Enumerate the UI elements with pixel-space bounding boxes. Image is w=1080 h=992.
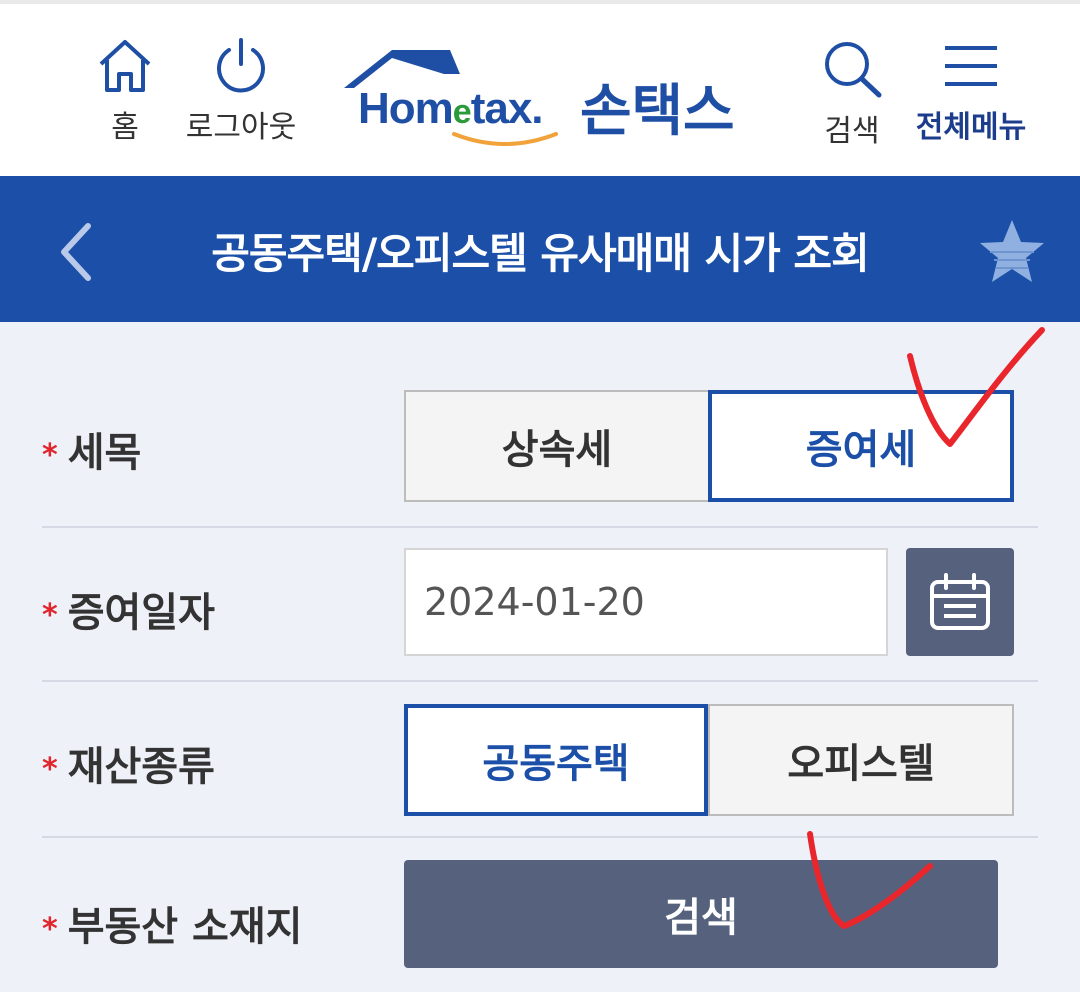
back-button[interactable] bbox=[48, 216, 108, 286]
property-type-option-officetel[interactable]: 오피스텔 bbox=[708, 704, 1014, 816]
logo-smile-icon bbox=[452, 132, 558, 146]
tax-type-label: * 세목 bbox=[42, 430, 142, 476]
gift-date-row: * 증여일자 bbox=[42, 526, 1038, 682]
title-bar: 공동주택/오피스텔 유사매매 시가 조회 bbox=[0, 176, 1080, 322]
search-icon bbox=[825, 42, 882, 98]
logo-text-ko: 손택스 bbox=[580, 79, 735, 144]
logo-text-en: Hometax. bbox=[358, 84, 544, 133]
logout-button[interactable]: 로그아웃 bbox=[176, 38, 306, 146]
property-type-row: * 재산종류 공동주택 오피스텔 bbox=[42, 680, 1038, 838]
header-search-button[interactable]: 검색 bbox=[812, 38, 892, 150]
home-button[interactable]: 홈 bbox=[90, 38, 160, 146]
calendar-button[interactable] bbox=[906, 548, 1014, 656]
location-search-button[interactable]: 검색 bbox=[404, 860, 998, 968]
hamburger-menu-icon bbox=[945, 46, 997, 86]
chevron-left-icon bbox=[61, 223, 91, 281]
page-title: 공동주택/오피스텔 유사매매 시가 조회 bbox=[211, 229, 869, 278]
favorite-button[interactable] bbox=[976, 216, 1048, 288]
tax-type-option-inheritance[interactable]: 상속세 bbox=[404, 390, 710, 502]
tax-type-row: * 세목 상속세 증여세 bbox=[42, 322, 1038, 528]
all-menu-button[interactable]: 전체메뉴 bbox=[904, 38, 1038, 146]
menu-label: 전체메뉴 bbox=[915, 110, 1027, 145]
property-type-option-apartment[interactable]: 공동주택 bbox=[404, 704, 708, 816]
power-icon bbox=[217, 38, 265, 93]
calendar-icon bbox=[930, 573, 990, 630]
star-icon bbox=[980, 220, 1044, 282]
tax-type-option-gift[interactable]: 증여세 bbox=[708, 390, 1014, 502]
home-icon bbox=[99, 40, 151, 92]
hometax-logo[interactable]: Hometax. 손택스 bbox=[340, 44, 750, 154]
location-row: * 부동산 소재지 검색 bbox=[42, 836, 1038, 992]
location-label: * 부동산 소재지 bbox=[42, 904, 303, 950]
home-label: 홈 bbox=[111, 110, 139, 145]
logout-label: 로그아웃 bbox=[185, 110, 297, 145]
property-type-label: * 재산종류 bbox=[42, 744, 215, 790]
search-label: 검색 bbox=[824, 114, 880, 149]
gift-date-label: * 증여일자 bbox=[42, 590, 215, 636]
gift-date-input[interactable] bbox=[404, 548, 888, 656]
app-header: 홈 로그아웃 Hometax. 손택스 검색 전체메뉴 bbox=[0, 0, 1080, 176]
